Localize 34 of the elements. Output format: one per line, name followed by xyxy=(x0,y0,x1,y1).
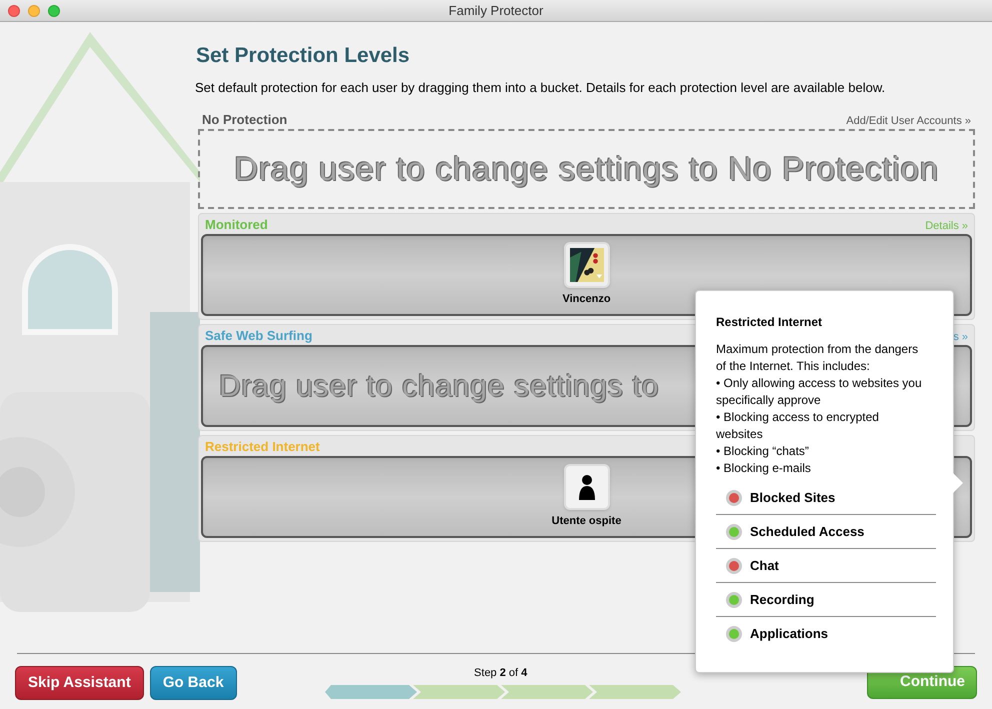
page-heading: Set Protection Levels xyxy=(196,43,411,69)
bucket-label: Restricted Internet xyxy=(205,438,320,456)
bucket-label: Monitored xyxy=(205,216,268,234)
feature-label: Applications xyxy=(750,625,828,644)
popover-title: Restricted Internet xyxy=(716,314,824,331)
details-link[interactable]: s » xyxy=(953,328,968,345)
user-name: Utente ospite xyxy=(552,514,622,530)
feature-label: Recording xyxy=(750,590,814,609)
zoom-button[interactable] xyxy=(48,4,60,16)
feature-label: Scheduled Access xyxy=(750,522,864,541)
popover-text: • Blocking access to encrypted websites xyxy=(716,409,880,443)
user-avatar[interactable] xyxy=(564,464,610,510)
minimize-button[interactable] xyxy=(28,4,40,16)
popover-text: Maximum protection from the dangers of the Internet. This includes: xyxy=(716,341,920,375)
close-button[interactable] xyxy=(8,4,20,16)
popover-text: • Only allowing access to websites you specifically approve xyxy=(716,375,923,409)
skip-button[interactable]: Skip Assistant xyxy=(15,666,144,700)
intro-text: Set default protection for each user by dragging them into a bucket. Details for each protection level are available below. xyxy=(195,78,886,97)
popover-text: • Blocking “chats” xyxy=(716,443,810,460)
drop-hint: Drag user to change settings to No Protection xyxy=(234,149,939,190)
details-link[interactable]: Details » xyxy=(925,218,968,234)
step-indicator: Step 2 of 4 xyxy=(474,666,528,681)
user-name: Vincenzo xyxy=(562,292,611,308)
drop-hint: Drag user to change settings to xyxy=(219,368,660,404)
bucket-label: No Protection xyxy=(202,110,288,128)
bucket-label: Safe Web Surfing xyxy=(205,326,312,345)
add-edit-accounts-link[interactable]: Add/Edit User Accounts » xyxy=(846,112,971,129)
window-title: Family Protector xyxy=(448,2,544,20)
person-icon xyxy=(576,474,596,500)
feature-label: Chat xyxy=(750,556,779,575)
feature-label: Blocked Sites xyxy=(750,488,836,507)
user-avatar[interactable] xyxy=(564,242,610,288)
popover-text: • Blocking e-mails xyxy=(716,460,812,477)
back-button[interactable]: Go Back xyxy=(150,666,237,700)
